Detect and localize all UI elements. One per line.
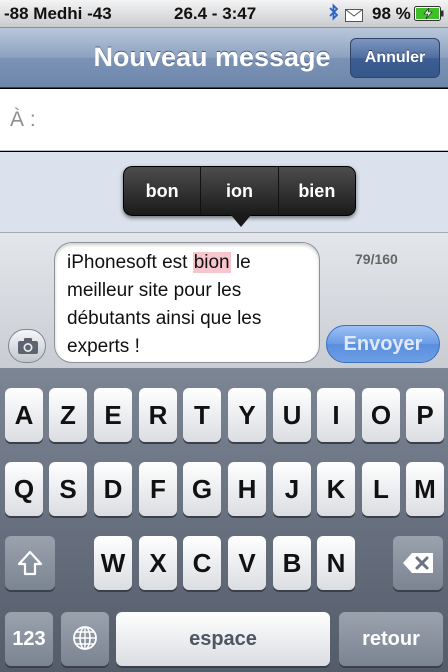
globe-key[interactable] xyxy=(61,612,109,666)
recipient-label: À : xyxy=(10,108,36,131)
backspace-icon xyxy=(403,553,433,573)
key-x[interactable]: X xyxy=(139,536,177,590)
clock: 26.4 - 3:47 xyxy=(174,4,257,23)
recipient-field[interactable]: À : xyxy=(0,89,448,151)
message-text-start: iPhonesoft est xyxy=(67,252,193,273)
misspelled-word[interactable]: bion xyxy=(192,252,231,273)
key-y[interactable]: Y xyxy=(228,388,266,442)
key-u[interactable]: U xyxy=(273,388,311,442)
key-q[interactable]: Q xyxy=(5,462,43,516)
space-bar[interactable]: espace xyxy=(116,612,330,666)
key-b[interactable]: B xyxy=(273,536,311,590)
key-l[interactable]: L xyxy=(362,462,400,516)
battery-percentage: 98 % xyxy=(372,4,411,23)
keyboard: A Z E R T Y U I O P Q S D F G H J K L M … xyxy=(0,368,448,672)
key-h[interactable]: H xyxy=(228,462,266,516)
autocorrect-suggestions: bon ion bien xyxy=(123,166,356,216)
key-a[interactable]: A xyxy=(5,388,43,442)
return-key[interactable]: retour xyxy=(339,612,443,666)
key-d[interactable]: D xyxy=(94,462,132,516)
popup-pointer xyxy=(231,215,251,227)
key-e[interactable]: E xyxy=(94,388,132,442)
character-counter: 79/160 xyxy=(355,251,398,267)
key-v[interactable]: V xyxy=(228,536,266,590)
key-r[interactable]: R xyxy=(139,388,177,442)
key-c[interactable]: C xyxy=(183,536,221,590)
compose-bar: iPhonesoft est bion le meilleur site pou… xyxy=(0,232,448,368)
key-s[interactable]: S xyxy=(49,462,87,516)
delete-key[interactable] xyxy=(393,536,443,590)
camera-button[interactable] xyxy=(8,329,46,363)
key-o[interactable]: O xyxy=(362,388,400,442)
shift-key[interactable] xyxy=(5,536,55,590)
camera-icon xyxy=(18,338,38,354)
key-n[interactable]: N xyxy=(317,536,355,590)
battery-charging-icon xyxy=(414,6,444,21)
key-j[interactable]: J xyxy=(273,462,311,516)
key-f[interactable]: F xyxy=(139,462,177,516)
key-z[interactable]: Z xyxy=(49,388,87,442)
key-k[interactable]: K xyxy=(317,462,355,516)
globe-icon xyxy=(73,626,97,650)
suggestion-item[interactable]: ion xyxy=(201,167,279,215)
mail-icon xyxy=(345,7,363,22)
key-p[interactable]: P xyxy=(406,388,444,442)
key-t[interactable]: T xyxy=(183,388,221,442)
message-input[interactable]: iPhonesoft est bion le meilleur site pou… xyxy=(54,242,320,363)
numbers-key[interactable]: 123 xyxy=(5,612,53,666)
bluetooth-icon xyxy=(329,2,339,22)
suggestion-item[interactable]: bon xyxy=(124,167,202,215)
send-button[interactable]: Envoyer xyxy=(326,325,440,363)
suggestion-item[interactable]: bien xyxy=(279,167,355,215)
key-g[interactable]: G xyxy=(183,462,221,516)
carrier-signal: -88 Medhi -43 xyxy=(4,4,112,23)
navigation-bar: Nouveau message Annuler xyxy=(0,28,448,88)
shift-icon xyxy=(17,550,43,576)
status-bar: -88 Medhi -43 26.4 - 3:47 98 % xyxy=(0,0,448,28)
cancel-button[interactable]: Annuler xyxy=(350,38,440,78)
key-i[interactable]: I xyxy=(317,388,355,442)
key-w[interactable]: W xyxy=(94,536,132,590)
key-m[interactable]: M xyxy=(406,462,444,516)
